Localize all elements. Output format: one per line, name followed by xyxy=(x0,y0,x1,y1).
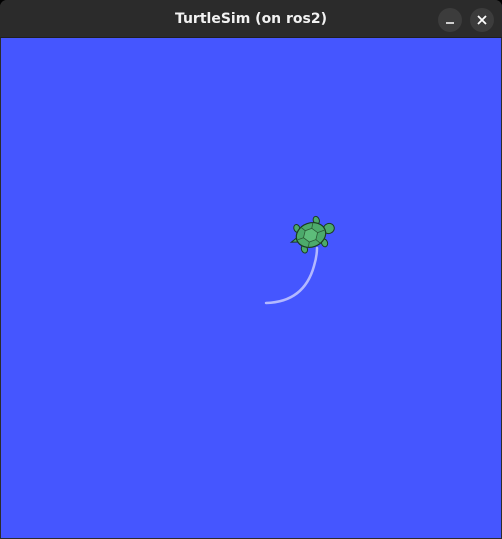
window-title: TurtleSim (on ros2) xyxy=(174,11,328,27)
close-icon xyxy=(477,15,487,25)
close-button[interactable] xyxy=(470,8,494,32)
minimize-icon xyxy=(446,22,454,24)
minimize-button[interactable] xyxy=(438,8,462,32)
turtle-icon xyxy=(289,215,335,254)
title-bar[interactable]: TurtleSim (on ros2) xyxy=(0,0,502,38)
turtlesim-window: TurtleSim (on ros2) xyxy=(0,0,502,539)
canvas-drawing xyxy=(264,215,335,305)
pen-trail xyxy=(264,246,319,305)
turtle-canvas xyxy=(1,38,501,538)
